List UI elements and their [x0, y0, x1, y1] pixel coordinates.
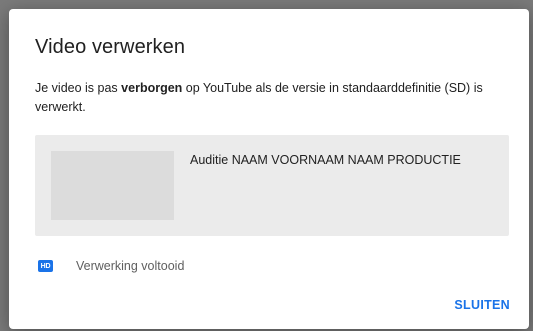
video-card: Auditie NAAM VOORNAAM NAAM PRODUCTIE: [35, 135, 509, 236]
status-text: Verwerking voltooid: [76, 259, 185, 273]
video-processing-dialog: Video verwerken Je video is pas verborge…: [9, 9, 529, 329]
video-title: Auditie NAAM VOORNAAM NAAM PRODUCTIE: [190, 153, 461, 167]
message-text-start: Je video is pas: [35, 81, 122, 95]
video-thumbnail: [51, 151, 174, 220]
hd-icon: HD: [38, 260, 53, 272]
message-bold-text: verborgen: [121, 81, 183, 95]
dialog-message: Je video is pas verborgen op YouTube als…: [35, 79, 511, 117]
close-button[interactable]: SLUITEN: [454, 296, 510, 314]
processing-status: HD Verwerking voltooid: [38, 258, 184, 274]
dialog-title: Video verwerken: [35, 36, 186, 58]
